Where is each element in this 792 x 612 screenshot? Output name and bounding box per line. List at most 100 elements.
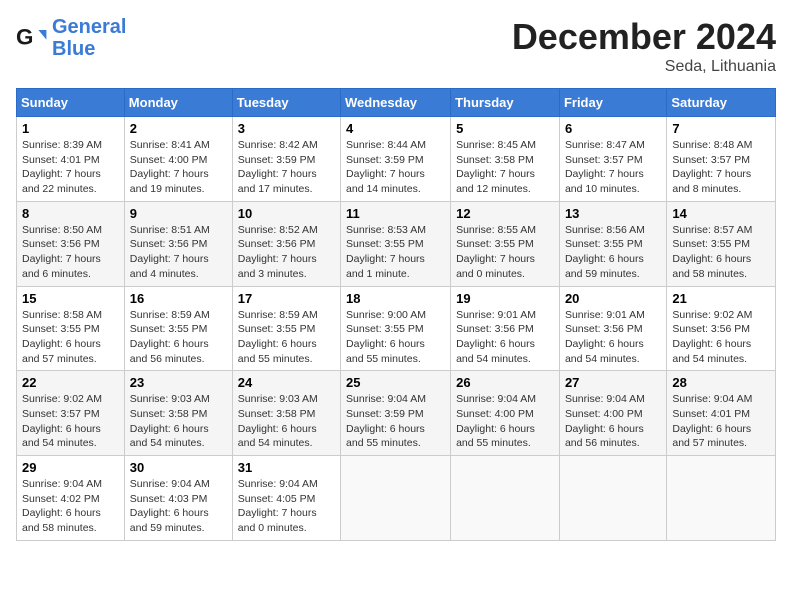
daylight-label: Daylight: 7 hours and 1 minute. (346, 253, 425, 280)
sunset-label: Sunset: 3:55 PM (565, 238, 643, 250)
sunrise-label: Sunrise: 8:47 AM (565, 139, 645, 151)
daylight-label: Daylight: 6 hours and 55 minutes. (238, 338, 317, 365)
sunrise-label: Sunrise: 9:02 AM (672, 309, 752, 321)
day-number: 5 (456, 121, 554, 136)
sunrise-label: Sunrise: 9:03 AM (238, 393, 318, 405)
sunrise-label: Sunrise: 8:55 AM (456, 224, 536, 236)
daylight-label: Daylight: 6 hours and 54 minutes. (456, 338, 535, 365)
sunset-label: Sunset: 3:59 PM (346, 408, 424, 420)
day-info: Sunrise: 9:02 AM Sunset: 3:57 PM Dayligh… (22, 392, 119, 451)
day-info: Sunrise: 8:57 AM Sunset: 3:55 PM Dayligh… (672, 223, 770, 282)
day-info: Sunrise: 9:04 AM Sunset: 4:00 PM Dayligh… (565, 392, 661, 451)
calendar-cell: 16 Sunrise: 8:59 AM Sunset: 3:55 PM Dayl… (124, 286, 232, 371)
day-info: Sunrise: 8:50 AM Sunset: 3:56 PM Dayligh… (22, 223, 119, 282)
daylight-label: Daylight: 7 hours and 0 minutes. (456, 253, 535, 280)
daylight-label: Daylight: 6 hours and 59 minutes. (565, 253, 644, 280)
sunset-label: Sunset: 3:56 PM (456, 323, 534, 335)
weekday-header-row: Sunday Monday Tuesday Wednesday Thursday… (17, 89, 776, 117)
sunrise-label: Sunrise: 8:58 AM (22, 309, 102, 321)
sunset-label: Sunset: 4:00 PM (565, 408, 643, 420)
sunset-label: Sunset: 3:55 PM (130, 323, 208, 335)
calendar-cell (451, 456, 560, 541)
daylight-label: Daylight: 6 hours and 59 minutes. (130, 507, 209, 534)
sunrise-label: Sunrise: 9:00 AM (346, 309, 426, 321)
calendar-cell: 31 Sunrise: 9:04 AM Sunset: 4:05 PM Dayl… (232, 456, 340, 541)
sunrise-label: Sunrise: 9:04 AM (346, 393, 426, 405)
daylight-label: Daylight: 6 hours and 54 minutes. (22, 423, 101, 450)
calendar-row: 29 Sunrise: 9:04 AM Sunset: 4:02 PM Dayl… (17, 456, 776, 541)
daylight-label: Daylight: 7 hours and 10 minutes. (565, 168, 644, 195)
day-info: Sunrise: 9:04 AM Sunset: 4:03 PM Dayligh… (130, 477, 227, 536)
daylight-label: Daylight: 6 hours and 54 minutes. (238, 423, 317, 450)
calendar-row: 22 Sunrise: 9:02 AM Sunset: 3:57 PM Dayl… (17, 371, 776, 456)
daylight-label: Daylight: 6 hours and 55 minutes. (346, 338, 425, 365)
calendar-cell: 20 Sunrise: 9:01 AM Sunset: 3:56 PM Dayl… (559, 286, 666, 371)
day-info: Sunrise: 9:04 AM Sunset: 3:59 PM Dayligh… (346, 392, 445, 451)
sunset-label: Sunset: 4:01 PM (22, 154, 100, 166)
sunrise-label: Sunrise: 9:04 AM (22, 478, 102, 490)
sunset-label: Sunset: 3:56 PM (565, 323, 643, 335)
daylight-label: Daylight: 7 hours and 22 minutes. (22, 168, 101, 195)
calendar-cell: 19 Sunrise: 9:01 AM Sunset: 3:56 PM Dayl… (451, 286, 560, 371)
calendar-cell: 1 Sunrise: 8:39 AM Sunset: 4:01 PM Dayli… (17, 117, 125, 202)
sunrise-label: Sunrise: 8:51 AM (130, 224, 210, 236)
sunrise-label: Sunrise: 9:04 AM (456, 393, 536, 405)
day-info: Sunrise: 9:00 AM Sunset: 3:55 PM Dayligh… (346, 308, 445, 367)
sunset-label: Sunset: 3:58 PM (456, 154, 534, 166)
svg-text:G: G (16, 24, 33, 49)
calendar-cell: 24 Sunrise: 9:03 AM Sunset: 3:58 PM Dayl… (232, 371, 340, 456)
day-info: Sunrise: 9:04 AM Sunset: 4:01 PM Dayligh… (672, 392, 770, 451)
sunset-label: Sunset: 3:55 PM (22, 323, 100, 335)
calendar-cell (667, 456, 776, 541)
sunset-label: Sunset: 3:58 PM (238, 408, 316, 420)
day-info: Sunrise: 9:01 AM Sunset: 3:56 PM Dayligh… (456, 308, 554, 367)
day-info: Sunrise: 9:04 AM Sunset: 4:02 PM Dayligh… (22, 477, 119, 536)
day-info: Sunrise: 9:03 AM Sunset: 3:58 PM Dayligh… (130, 392, 227, 451)
daylight-label: Daylight: 7 hours and 3 minutes. (238, 253, 317, 280)
sunrise-label: Sunrise: 8:53 AM (346, 224, 426, 236)
sunset-label: Sunset: 3:59 PM (346, 154, 424, 166)
header-tuesday: Tuesday (232, 89, 340, 117)
sunset-label: Sunset: 4:00 PM (456, 408, 534, 420)
day-number: 1 (22, 121, 119, 136)
calendar-cell: 8 Sunrise: 8:50 AM Sunset: 3:56 PM Dayli… (17, 201, 125, 286)
day-number: 2 (130, 121, 227, 136)
calendar-cell: 30 Sunrise: 9:04 AM Sunset: 4:03 PM Dayl… (124, 456, 232, 541)
day-info: Sunrise: 8:58 AM Sunset: 3:55 PM Dayligh… (22, 308, 119, 367)
day-number: 24 (238, 375, 335, 390)
daylight-label: Daylight: 6 hours and 58 minutes. (672, 253, 751, 280)
sunrise-label: Sunrise: 8:48 AM (672, 139, 752, 151)
header-monday: Monday (124, 89, 232, 117)
calendar-cell: 27 Sunrise: 9:04 AM Sunset: 4:00 PM Dayl… (559, 371, 666, 456)
sunrise-label: Sunrise: 8:50 AM (22, 224, 102, 236)
daylight-label: Daylight: 6 hours and 54 minutes. (565, 338, 644, 365)
sunrise-label: Sunrise: 9:04 AM (672, 393, 752, 405)
day-number: 19 (456, 291, 554, 306)
calendar-table: Sunday Monday Tuesday Wednesday Thursday… (16, 88, 776, 541)
day-number: 13 (565, 206, 661, 221)
calendar-row: 15 Sunrise: 8:58 AM Sunset: 3:55 PM Dayl… (17, 286, 776, 371)
daylight-label: Daylight: 6 hours and 57 minutes. (672, 423, 751, 450)
calendar-cell: 12 Sunrise: 8:55 AM Sunset: 3:55 PM Dayl… (451, 201, 560, 286)
calendar-cell (559, 456, 666, 541)
calendar-cell (341, 456, 451, 541)
calendar-cell: 4 Sunrise: 8:44 AM Sunset: 3:59 PM Dayli… (341, 117, 451, 202)
calendar-cell: 5 Sunrise: 8:45 AM Sunset: 3:58 PM Dayli… (451, 117, 560, 202)
day-info: Sunrise: 8:59 AM Sunset: 3:55 PM Dayligh… (238, 308, 335, 367)
daylight-label: Daylight: 6 hours and 56 minutes. (130, 338, 209, 365)
sunrise-label: Sunrise: 8:56 AM (565, 224, 645, 236)
calendar-cell: 7 Sunrise: 8:48 AM Sunset: 3:57 PM Dayli… (667, 117, 776, 202)
calendar-cell: 3 Sunrise: 8:42 AM Sunset: 3:59 PM Dayli… (232, 117, 340, 202)
sunrise-label: Sunrise: 8:39 AM (22, 139, 102, 151)
day-info: Sunrise: 8:51 AM Sunset: 3:56 PM Dayligh… (130, 223, 227, 282)
header-wednesday: Wednesday (341, 89, 451, 117)
calendar-cell: 18 Sunrise: 9:00 AM Sunset: 3:55 PM Dayl… (341, 286, 451, 371)
sunrise-label: Sunrise: 9:02 AM (22, 393, 102, 405)
day-info: Sunrise: 8:47 AM Sunset: 3:57 PM Dayligh… (565, 138, 661, 197)
title-area: December 2024 Seda, Lithuania (512, 16, 776, 76)
calendar-cell: 2 Sunrise: 8:41 AM Sunset: 4:00 PM Dayli… (124, 117, 232, 202)
sunrise-label: Sunrise: 8:42 AM (238, 139, 318, 151)
sunset-label: Sunset: 3:59 PM (238, 154, 316, 166)
day-number: 12 (456, 206, 554, 221)
calendar-cell: 13 Sunrise: 8:56 AM Sunset: 3:55 PM Dayl… (559, 201, 666, 286)
